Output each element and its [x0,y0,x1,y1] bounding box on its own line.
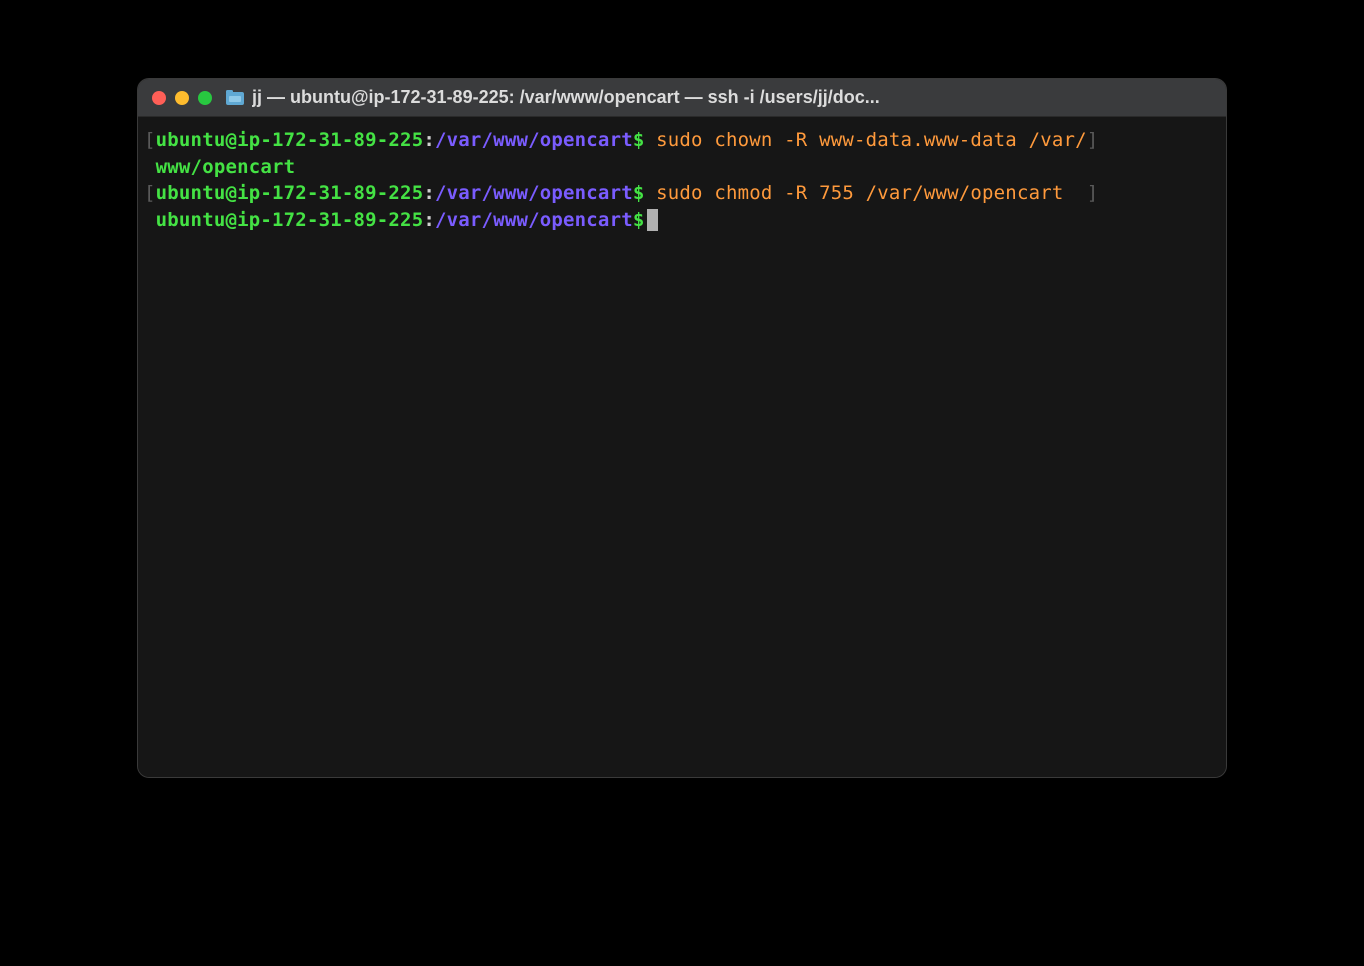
prompt-close-bracket: ] [1087,182,1099,204]
command-text: sudo chown -R www-data.www-data /var/ [656,129,1087,151]
close-icon[interactable] [152,91,166,105]
prompt-path: /var/www/opencart [435,182,633,204]
terminal-line-wrap: www/opencart [144,154,1220,181]
prompt-user-host: ubuntu@ip-172-31-89-225 [156,209,424,231]
cursor [647,209,658,231]
prompt-separator: : [423,129,435,151]
prompt-path: /var/www/opencart [435,209,633,231]
prompt-close-bracket: ] [1087,129,1099,151]
minimize-icon[interactable] [175,91,189,105]
prompt-separator: : [423,209,435,231]
command-text: sudo chmod -R 755 /var/www/opencart [656,182,1087,204]
terminal-line-current: ubuntu@ip-172-31-89-225:/var/www/opencar… [144,207,1220,234]
prompt-open-bracket: [ [144,182,156,204]
folder-icon [226,90,244,105]
terminal-line: [ubuntu@ip-172-31-89-225:/var/www/openca… [144,127,1220,154]
prompt-user-host: ubuntu@ip-172-31-89-225 [156,182,424,204]
prompt-symbol: $ [633,182,645,204]
maximize-icon[interactable] [198,91,212,105]
title-content: jj — ubuntu@ip-172-31-89-225: /var/www/o… [226,87,1212,108]
traffic-lights [152,91,212,105]
prompt-symbol: $ [633,209,645,231]
prompt-symbol: $ [633,129,645,151]
terminal-window: jj — ubuntu@ip-172-31-89-225: /var/www/o… [137,78,1227,778]
window-title: jj — ubuntu@ip-172-31-89-225: /var/www/o… [252,87,880,108]
prompt-separator: : [423,182,435,204]
command-wrap: www/opencart [156,156,296,178]
titlebar[interactable]: jj — ubuntu@ip-172-31-89-225: /var/www/o… [138,79,1226,117]
prompt-open-bracket: [ [144,129,156,151]
prompt-path: /var/www/opencart [435,129,633,151]
terminal-line: [ubuntu@ip-172-31-89-225:/var/www/openca… [144,180,1220,207]
prompt-user-host: ubuntu@ip-172-31-89-225 [156,129,424,151]
terminal-body[interactable]: [ubuntu@ip-172-31-89-225:/var/www/openca… [138,117,1226,777]
